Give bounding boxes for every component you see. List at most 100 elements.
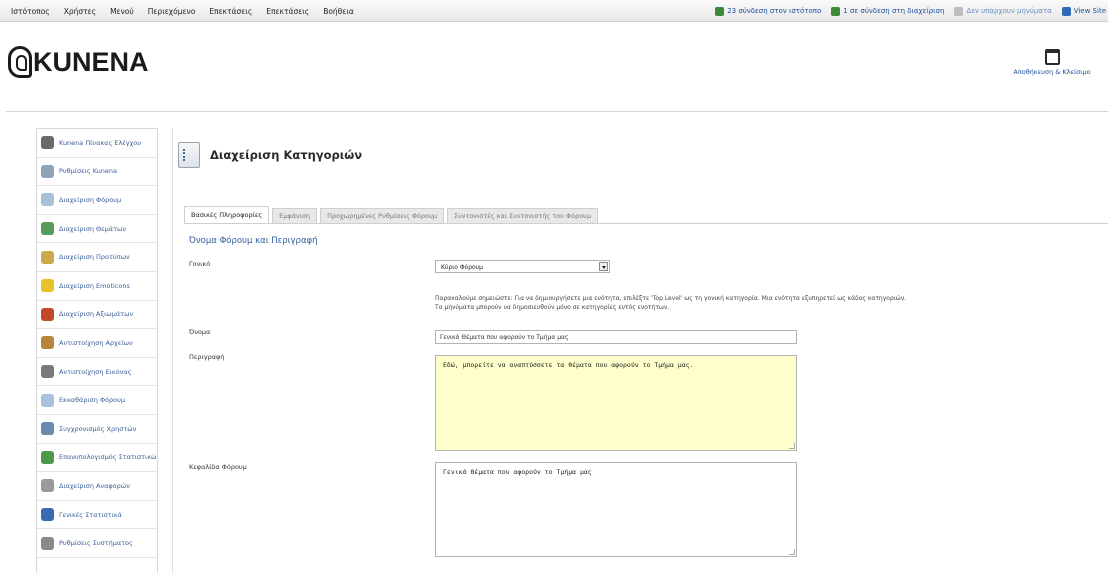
sidebar-item[interactable]: Εκκαθάριση Φόρουμ [37,386,157,415]
calendar-icon [1044,49,1060,65]
forum-header-text: Γενικά Θέματα που αφορούν το Τμήμα μας [443,468,592,476]
status-admin-users-label: 1 σε σύνδεση στη διαχείριση [843,7,945,15]
parent-hint-line-1: Παρακαλούμε σημειώστε: Για να δημιουργήσ… [435,295,907,302]
mail-icon [954,6,964,16]
description-textarea[interactable]: Εδώ, μπορείτε να αναπτύσσετε τα θέματα π… [435,355,797,451]
reports-icon [41,479,54,493]
sidebar-item-label: Διαχείριση Emoticons [59,281,130,290]
menu-extensions[interactable]: Επεκτάσεις [259,7,316,16]
name-label: Όνομα [189,328,211,336]
menu-users[interactable]: Χρήστες [57,7,103,16]
sidebar-item[interactable]: Συγχρονισμός Χρηστών [37,415,157,444]
sidebar-item-label: Kunena Πίνακας Ελέγχου [59,138,142,147]
sidebar-item-label: Αντιστοίχηση Εικόνας [59,367,132,376]
chevron-down-icon[interactable] [599,262,608,271]
save-close-button[interactable]: Αποθήκευση & Κλείσιμο [1002,49,1102,76]
forum-header-textarea[interactable]: Γενικά Θέματα που αφορούν το Τμήμα μας [435,462,797,557]
user-icon [831,6,841,16]
description-text: Εδώ, μπορείτε να αναπτύσσετε τα θέματα π… [443,361,694,369]
sidebar-item[interactable]: Διαχείριση Φόρουμ [37,186,157,215]
templates-icon [41,250,54,264]
resize-grip-icon[interactable] [789,443,795,449]
kunena-logo: KUNENA [8,46,149,78]
section-title: Όνομα Φόρουμ και Περιγραφή [189,236,318,246]
sidebar-item-label: Διαχείριση Αξιωμάτων [59,310,134,319]
sidebar-item-label: Ρυθμίσεις Kunena [59,167,117,176]
sidebar-item-label: Γενικές Στατιστικά [59,510,122,519]
stats-icon [41,450,54,464]
component-header: KUNENA Αποθήκευση & Κλείσιμο [6,38,1108,112]
status-messages[interactable]: Δεν υπάρχουν μηνύματα [954,6,1052,16]
sidebar-item[interactable]: Διαχείριση Emoticons [37,272,157,301]
sidebar-item[interactable]: Διαχείριση Θεμάτων [37,215,157,244]
sidebar-item[interactable]: Kunena Πίνακας Ελέγχου [37,129,157,158]
sidebar-item-label: Διαχείριση Αναφορών [59,481,130,490]
status-admin-users[interactable]: 1 σε σύνδεση στη διαχείριση [831,6,945,16]
main-panel: Διαχείριση Κατηγοριών Βασικές Πληροφορίε… [172,128,1108,573]
sidebar-item[interactable]: Διαχείριση Προτύπων [37,243,157,272]
status-messages-label: Δεν υπάρχουν μηνύματα [966,7,1052,15]
menu-site[interactable]: Ιστότοπος [4,7,57,16]
tools-icon [41,164,54,178]
sidebar-item-label: Επανυπολογισμός Στατιστικών [59,453,157,462]
save-close-label: Αποθήκευση & Κλείσιμο [1013,68,1091,76]
logo-text: KUNENA [33,46,149,77]
smiley-icon [41,279,54,293]
sidebar-item[interactable]: Γενικές Στατιστικά [37,501,157,530]
view-site-label: View Site [1073,7,1106,15]
name-input-value: Γενικά Θέματα που αφορούν το Τμήμα μας [440,334,569,341]
name-input[interactable]: Γενικά Θέματα που αφορούν το Τμήμα μας [435,330,797,344]
parent-label: Γονικό [189,260,211,268]
kunena-logo-mark-icon [8,46,32,78]
status-site-users-label: 23 σύνδεση στον ιστότοπο [727,7,822,15]
sidebar-item-label: Διαχείριση Θεμάτων [59,224,127,233]
sidebar-item-label: Εκκαθάριση Φόρουμ [59,396,126,405]
page-title: Διαχείριση Κατηγοριών [210,148,363,162]
sidebar-item-label: Αντιστοίχηση Αρχείων [59,338,133,347]
sidebar-item[interactable]: Αντιστοίχηση Αρχείων [37,329,157,358]
parent-select[interactable]: Κύριο Φόρουμ [435,260,610,273]
sidebar-item[interactable]: Διαχείριση Αναφορών [37,472,157,501]
page-title-row: Διαχείριση Κατηγοριών [178,142,362,168]
resize-grip-icon[interactable] [789,549,795,555]
prune-icon [41,393,54,407]
description-label: Περιγραφή [189,353,225,361]
kunena-icon [41,136,54,150]
topics-icon [41,222,54,236]
status-site-users[interactable]: 23 σύνδεση στον ιστότοπο [715,6,822,16]
view-site-link[interactable]: View Site [1061,6,1106,16]
status-area: 23 σύνδεση στον ιστότοπο 1 σε σύνδεση στ… [715,0,1106,22]
tab-bar: Βασικές Πληροφορίες Εμφάνιση Προχωρημένε… [184,206,601,223]
tab-appearance[interactable]: Εμφάνιση [272,208,318,223]
tab-advanced-settings[interactable]: Προχωρημένες Ρυθμίσεις Φόρουμ [320,208,444,223]
monitor-icon [1061,6,1071,16]
sidebar-item-label: Διαχείριση Προτύπων [59,253,130,262]
parent-hint: Παρακαλούμε σημειώστε: Για να δημιουργήσ… [435,294,995,312]
menu-help[interactable]: Βοήθεια [316,7,361,16]
sidebar-item[interactable]: Αντιστοίχηση Εικόνας [37,358,157,387]
sidebar-item[interactable]: Επανυπολογισμός Στατιστικών [37,444,157,473]
tab-divider [184,223,1108,224]
sidebar-item[interactable]: Διαχείριση Αξιωμάτων [37,301,157,330]
settings-icon [41,536,54,550]
admin-menu-bar: Ιστότοπος Χρήστες Μενού Περιεχόμενο Επεκ… [0,0,1108,22]
sidebar-item-label: Συγχρονισμός Χρηστών [59,424,137,433]
sidebar-item[interactable]: Ρυθμίσεις Kunena [37,158,157,187]
chart-icon [41,508,54,522]
parent-hint-line-2: Τα μηνύματα μπορούν να δημοσιευθούν μόνο… [435,304,670,311]
sidebar-item[interactable]: Ρυθμίσεις Συστήματος [37,529,157,558]
sidebar-item-label: Ρυθμίσεις Συστήματος [59,539,133,548]
menu-components[interactable]: Επεκτάσεις [202,7,259,16]
admin-menu: Ιστότοπος Χρήστες Μενού Περιεχόμενο Επεκ… [4,0,361,22]
image-icon [41,365,54,379]
menu-content[interactable]: Περιεχόμενο [141,7,203,16]
tab-moderators[interactable]: Συντονιστές και Συντονιστής του Φόρουμ [446,208,599,223]
header-label: Κεφαλίδα Φόρουμ [189,463,247,471]
kunena-sidebar: Kunena Πίνακας Ελέγχου Ρυθμίσεις Kunena Δι… [36,128,158,573]
sync-users-icon [41,422,54,436]
ranks-icon [41,307,54,321]
menu-menus[interactable]: Μενού [103,7,141,16]
files-icon [41,336,54,350]
category-manager-icon [178,142,200,168]
tab-basic-info[interactable]: Βασικές Πληροφορίες [184,206,270,223]
